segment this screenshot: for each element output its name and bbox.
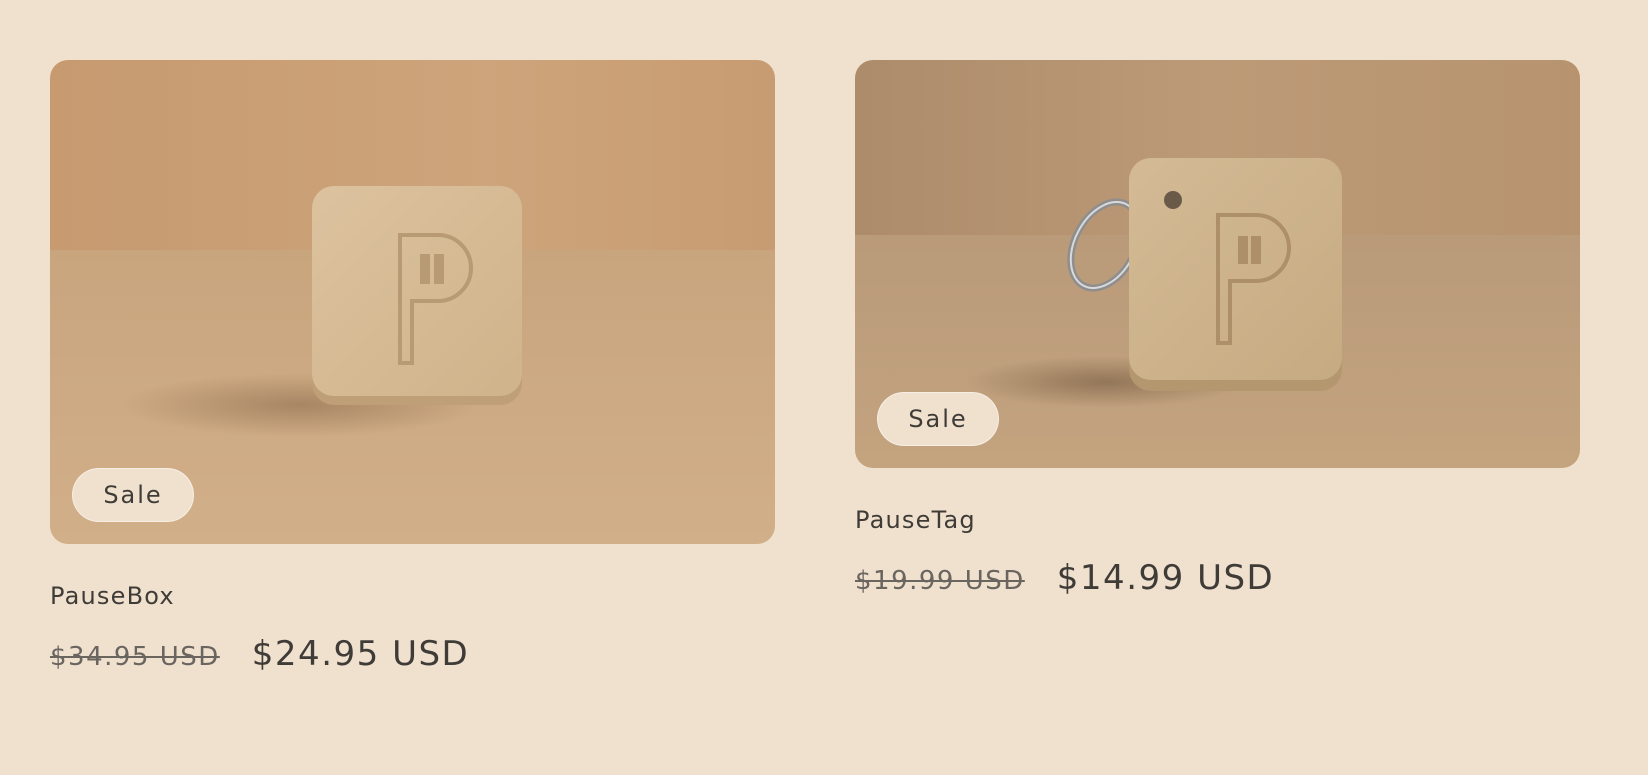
product-card-pausebox[interactable]: Sale PauseBox $34.95 USD $24.95 USD: [50, 60, 775, 674]
sale-badge: Sale: [877, 392, 999, 446]
product-image-link[interactable]: Sale: [855, 60, 1580, 468]
sale-price: $24.95 USD: [251, 634, 470, 674]
product-title[interactable]: PauseTag: [855, 506, 1580, 534]
product-image-link[interactable]: Sale: [50, 60, 775, 544]
sale-badge: Sale: [72, 468, 194, 522]
product-card-pausetag[interactable]: Sale PauseTag $19.99 USD $14.99 USD: [855, 60, 1580, 598]
original-price: $34.95 USD: [50, 642, 220, 672]
sale-price: $14.99 USD: [1056, 558, 1275, 598]
price-row: $19.99 USD $14.99 USD: [855, 558, 1580, 598]
product-title[interactable]: PauseBox: [50, 582, 775, 610]
price-row: $34.95 USD $24.95 USD: [50, 634, 775, 674]
product-grid: Sale PauseBox $34.95 USD $24.95 USD Sale…: [0, 0, 1648, 775]
original-price: $19.99 USD: [855, 566, 1025, 596]
